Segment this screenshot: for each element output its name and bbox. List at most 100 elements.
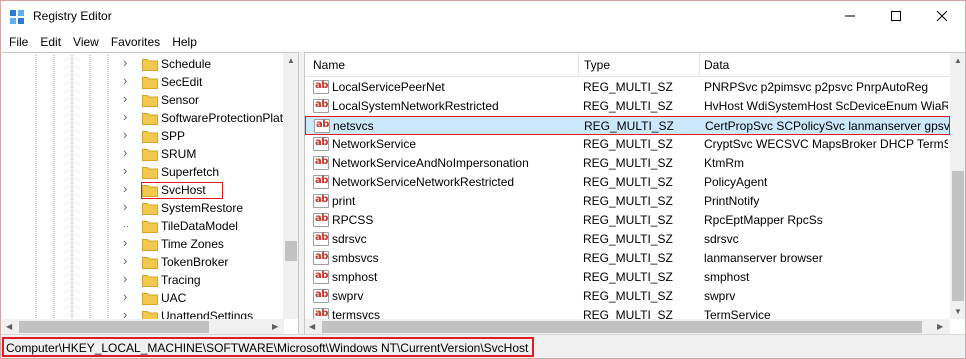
menu-help[interactable]: Help xyxy=(166,35,203,49)
tree-guide-lines xyxy=(35,199,109,217)
string-value-icon: ab xyxy=(313,156,329,170)
folder-icon xyxy=(142,275,158,287)
value-row-localsystemnetworkrestricted[interactable]: ab LocalSystemNetworkRestricted REG_MULTI_… xyxy=(305,97,950,116)
folder-icon xyxy=(142,221,158,233)
minimize-button[interactable] xyxy=(827,1,873,31)
value-type: REG_MULTI_SZ xyxy=(583,99,673,113)
value-row-smphost[interactable]: ab smphost REG_MULTI_SZ smphost xyxy=(305,268,950,287)
expand-chevron-icon[interactable]: › xyxy=(123,91,127,106)
title-bar[interactable]: Registry Editor xyxy=(1,1,965,32)
value-row-netsvcs[interactable]: ab netsvcs REG_MULTI_SZ CertPropSvc SCPolic… xyxy=(305,116,950,135)
scroll-up-arrow-icon[interactable]: ▲ xyxy=(954,56,962,65)
folder-icon xyxy=(142,167,158,179)
value-row-sdrsvc[interactable]: ab sdrsvc REG_MULTI_SZ sdrsvc xyxy=(305,230,950,249)
expand-chevron-icon[interactable]: › xyxy=(123,55,127,70)
tree-guide-lines xyxy=(35,217,109,235)
scroll-left-arrow-icon[interactable]: ◀ xyxy=(6,322,12,331)
window-title: Registry Editor xyxy=(33,9,112,23)
column-header-type[interactable]: Type xyxy=(584,58,610,72)
close-button[interactable] xyxy=(919,1,965,31)
tree-item-tiledatamodel[interactable]: ·· TileDataModel xyxy=(2,217,284,235)
expand-chevron-icon[interactable]: › xyxy=(123,73,127,88)
tree-guide-lines xyxy=(35,127,109,145)
tree-horizontal-scroll-thumb[interactable] xyxy=(19,321,209,333)
folder-icon xyxy=(142,293,158,305)
expand-chevron-icon[interactable]: › xyxy=(123,109,127,124)
tree-item-systemrestore[interactable]: › SystemRestore xyxy=(2,199,284,217)
registry-editor-app-icon xyxy=(10,10,24,24)
tree-item-softwareprotectionplat[interactable]: › SoftwareProtectionPlat xyxy=(2,109,284,127)
value-name: print xyxy=(332,194,356,208)
folder-icon xyxy=(142,95,158,107)
column-header-data[interactable]: Data xyxy=(704,58,729,72)
maximize-button[interactable] xyxy=(873,1,919,31)
current-key-path[interactable]: Computer\HKEY_LOCAL_MACHINE\SOFTWARE\Mic… xyxy=(2,337,535,357)
tree-item-superfetch[interactable]: › Superfetch xyxy=(2,163,284,181)
value-row-networkservice[interactable]: ab NetworkService REG_MULTI_SZ CryptSvc WEC… xyxy=(305,135,950,154)
minimize-icon xyxy=(845,15,855,17)
list-vertical-scroll-thumb[interactable] xyxy=(952,171,964,301)
tree-vertical-scrollbar[interactable]: ▲ xyxy=(283,53,298,319)
tree-item-uac[interactable]: › UAC xyxy=(2,289,284,307)
value-type: REG_MULTI_SZ xyxy=(583,270,673,284)
string-value-icon: ab xyxy=(313,80,329,94)
value-row-networkservicenetworkrestricted[interactable]: ab NetworkServiceNetworkRestricted REG_MUL… xyxy=(305,173,950,192)
value-row-swprv[interactable]: ab swprv REG_MULTI_SZ swprv xyxy=(305,287,950,306)
value-row-localservicepeernet[interactable]: ab LocalServicePeerNet REG_MULTI_SZ PNRPSvc… xyxy=(305,78,950,97)
column-header-name[interactable]: Name xyxy=(313,58,345,72)
tree-item-label: TokenBroker xyxy=(161,255,229,269)
list-header: Name Type Data xyxy=(305,53,950,77)
scroll-up-arrow-icon[interactable]: ▲ xyxy=(287,56,295,65)
expand-chevron-icon[interactable]: › xyxy=(123,145,127,160)
values-list-pane: Name Type Data ab termsvcs REG_MULTI_SZ Ter… xyxy=(304,52,965,334)
menu-file[interactable]: File xyxy=(3,35,34,49)
column-divider[interactable] xyxy=(699,53,700,77)
scroll-left-arrow-icon[interactable]: ◀ xyxy=(309,322,315,331)
value-type: REG_MULTI_SZ xyxy=(583,137,673,151)
registry-editor-window: Registry Editor File Edit View Favorites Hel… xyxy=(0,0,966,359)
folder-icon xyxy=(142,77,158,89)
tree-item-label: Tracing xyxy=(161,273,201,287)
tree-guide-lines xyxy=(35,55,109,73)
expand-chevron-icon[interactable]: › xyxy=(123,163,127,178)
expand-chevron-icon[interactable]: › xyxy=(123,289,127,304)
menu-edit[interactable]: Edit xyxy=(34,35,67,49)
tree-item-srum[interactable]: › SRUM xyxy=(2,145,284,163)
tree-item-secedit[interactable]: › SecEdit xyxy=(2,73,284,91)
tree-item-schedule[interactable]: › Schedule xyxy=(2,55,284,73)
value-row-print[interactable]: ab print REG_MULTI_SZ PrintNotify xyxy=(305,192,950,211)
value-name: swprv xyxy=(332,289,364,303)
tree-item-tokenbroker[interactable]: › TokenBroker xyxy=(2,253,284,271)
tree-vertical-scroll-thumb[interactable] xyxy=(285,241,297,261)
tree-guide-lines xyxy=(35,253,109,271)
tree-item-svchost[interactable]: › SvcHost xyxy=(2,181,284,199)
tree-item-spp[interactable]: › SPP xyxy=(2,127,284,145)
expand-chevron-icon[interactable]: › xyxy=(123,253,127,268)
menu-favorites[interactable]: Favorites xyxy=(105,35,166,49)
string-value-icon: ab xyxy=(313,175,329,189)
value-row-smbsvcs[interactable]: ab smbsvcs REG_MULTI_SZ lanmanserver browse… xyxy=(305,249,950,268)
expand-chevron-icon[interactable]: › xyxy=(123,127,127,142)
value-row-rpcss[interactable]: ab RPCSS REG_MULTI_SZ RpcEptMapper RpcSs xyxy=(305,211,950,230)
value-type: REG_MULTI_SZ xyxy=(583,156,673,170)
list-horizontal-scroll-thumb[interactable] xyxy=(322,321,922,333)
value-data: CryptSvc WECSVC MapsBroker DHCP TermSer xyxy=(704,137,948,151)
tree-horizontal-scrollbar[interactable]: ◀ ▶ xyxy=(2,319,284,334)
value-row-networkserviceandnoimpersonation[interactable]: ab NetworkServiceAndNoImpersonation REG_MU… xyxy=(305,154,950,173)
column-divider[interactable] xyxy=(578,53,579,77)
scroll-right-arrow-icon[interactable]: ▶ xyxy=(937,322,943,331)
list-horizontal-scrollbar[interactable]: ◀ ▶ xyxy=(305,319,950,334)
expand-chevron-icon[interactable]: › xyxy=(123,199,127,214)
value-name: smbsvcs xyxy=(332,251,379,265)
tree-item-tracing[interactable]: › Tracing xyxy=(2,271,284,289)
expand-chevron-icon[interactable]: › xyxy=(123,235,127,250)
scroll-down-arrow-icon[interactable]: ▼ xyxy=(954,307,962,316)
expand-chevron-icon[interactable]: › xyxy=(123,181,127,196)
tree-item-time-zones[interactable]: › Time Zones xyxy=(2,235,284,253)
tree-item-sensor[interactable]: › Sensor xyxy=(2,91,284,109)
scroll-right-arrow-icon[interactable]: ▶ xyxy=(272,322,278,331)
list-vertical-scrollbar[interactable]: ▲ ▼ xyxy=(950,53,965,319)
menu-view[interactable]: View xyxy=(67,35,105,49)
value-name: LocalSystemNetworkRestricted xyxy=(332,99,499,113)
expand-chevron-icon[interactable]: › xyxy=(123,271,127,286)
